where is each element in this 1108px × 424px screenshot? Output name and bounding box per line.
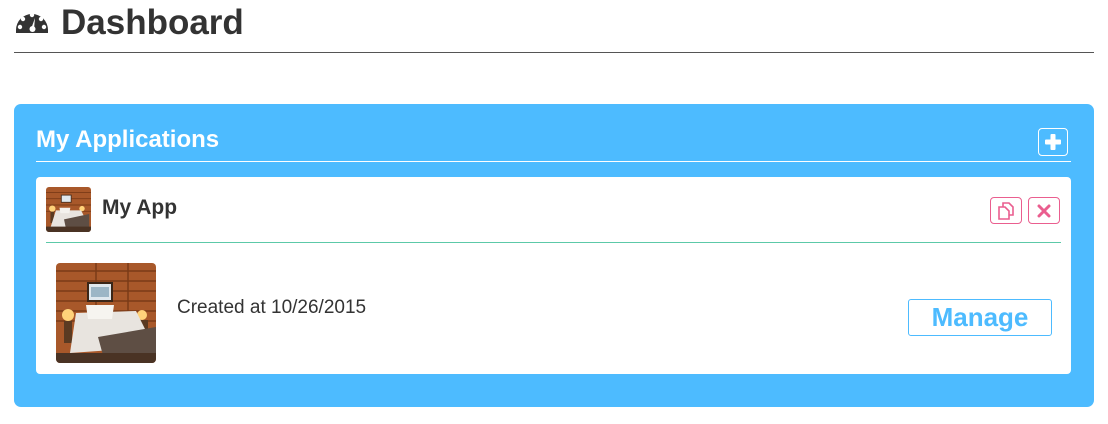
- page-header: Dashboard: [14, 0, 1094, 53]
- panel-title: My Applications: [36, 126, 220, 153]
- copy-icon: [998, 201, 1014, 220]
- card-divider: [46, 242, 1061, 243]
- app-icon-thumbnail: [46, 187, 91, 232]
- dashboard-gauge-icon: [16, 12, 48, 33]
- add-application-button[interactable]: [1038, 128, 1068, 156]
- panel-divider: [36, 161, 1071, 162]
- manage-button[interactable]: Manage: [908, 299, 1052, 336]
- page-title: Dashboard: [61, 3, 244, 42]
- app-name: My App: [102, 196, 178, 219]
- created-date-text: Created at 10/26/2015: [177, 297, 367, 318]
- plus-icon: [1045, 134, 1061, 150]
- copy-app-button[interactable]: [990, 197, 1022, 224]
- app-card: My App Created at 10/26/2015 Manage: [36, 177, 1071, 374]
- close-icon: [1037, 204, 1051, 217]
- applications-panel: My Applications My App Created at 10/26/…: [14, 104, 1094, 407]
- delete-app-button[interactable]: [1028, 197, 1060, 224]
- app-thumbnail: [56, 263, 156, 363]
